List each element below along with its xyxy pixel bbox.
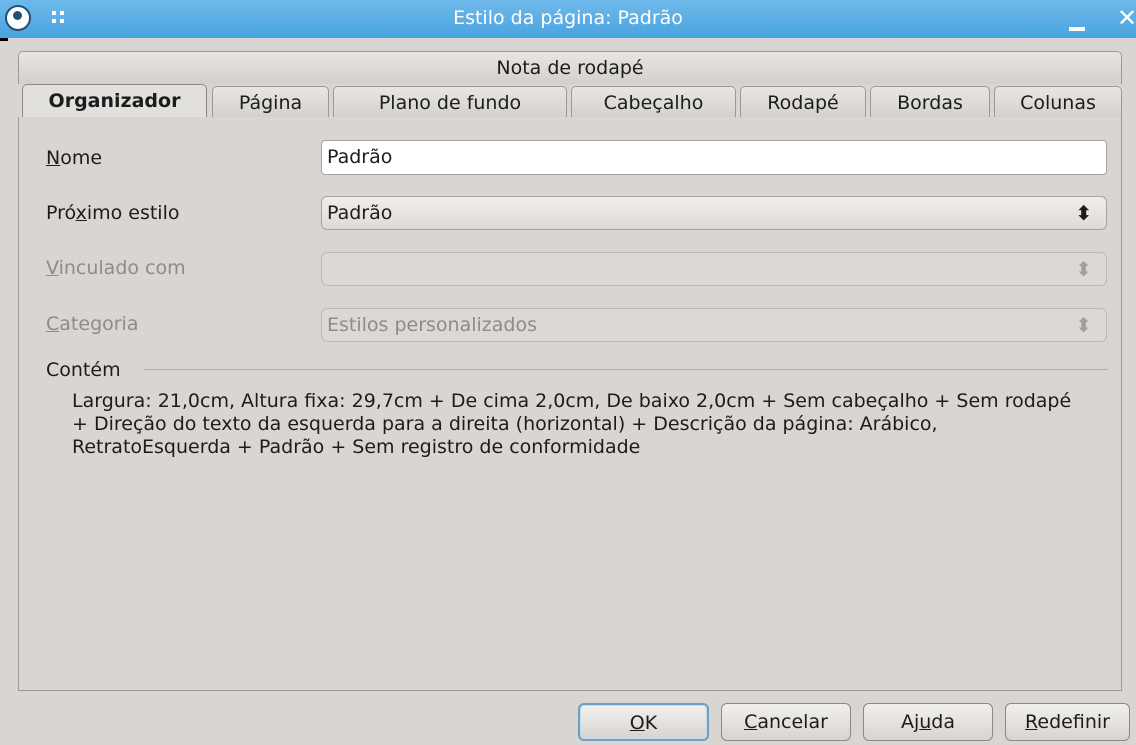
- tab-rodape[interactable]: Rodapé: [740, 86, 866, 119]
- name-input[interactable]: Padrão: [321, 140, 1107, 175]
- tab-pagina[interactable]: Página: [212, 86, 329, 119]
- linked-with-select: ⬍: [321, 252, 1107, 286]
- contains-label: Contém: [46, 358, 127, 382]
- next-style-value: Padrão: [327, 202, 393, 224]
- contains-description: Largura: 21,0cm, Altura fixa: 29,7cm + D…: [72, 390, 1072, 458]
- spin-arrows-icon: ⬍: [1075, 257, 1092, 281]
- reset-button[interactable]: Redefinir: [1005, 703, 1130, 741]
- category-label: Categoria: [46, 313, 139, 335]
- spin-arrows-icon: ⬍: [1075, 313, 1092, 337]
- name-label: Nome: [46, 147, 103, 169]
- tab-bordas[interactable]: Bordas: [870, 86, 990, 119]
- tab-cabecalho[interactable]: Cabeçalho: [571, 86, 736, 119]
- section-divider: [144, 369, 1108, 370]
- minimize-icon[interactable]: [1069, 27, 1085, 31]
- category-value: Estilos personalizados: [327, 314, 538, 336]
- window-title: Estilo da página: Padrão: [453, 7, 683, 29]
- title-bar: Estilo da página: Padrão ✕: [0, 0, 1136, 38]
- linked-with-label: Vinculado com: [46, 257, 186, 279]
- close-icon[interactable]: ✕: [1117, 4, 1136, 32]
- next-style-select[interactable]: Padrão ⬍: [321, 196, 1107, 230]
- ok-button[interactable]: OK: [578, 703, 709, 741]
- tab-nota-de-rodape[interactable]: Nota de rodapé: [18, 51, 1122, 84]
- cancel-button[interactable]: Cancelar: [721, 703, 851, 741]
- next-style-label: Próximo estilo: [46, 202, 180, 224]
- spin-arrows-icon: ⬍: [1075, 201, 1092, 225]
- window-edge: [0, 38, 8, 41]
- category-select: Estilos personalizados ⬍: [321, 308, 1107, 342]
- tab-plano-de-fundo[interactable]: Plano de fundo: [333, 86, 567, 119]
- tab-colunas[interactable]: Colunas: [994, 86, 1122, 119]
- help-button[interactable]: Ajuda: [863, 703, 993, 741]
- tab-organizador[interactable]: Organizador: [22, 84, 207, 120]
